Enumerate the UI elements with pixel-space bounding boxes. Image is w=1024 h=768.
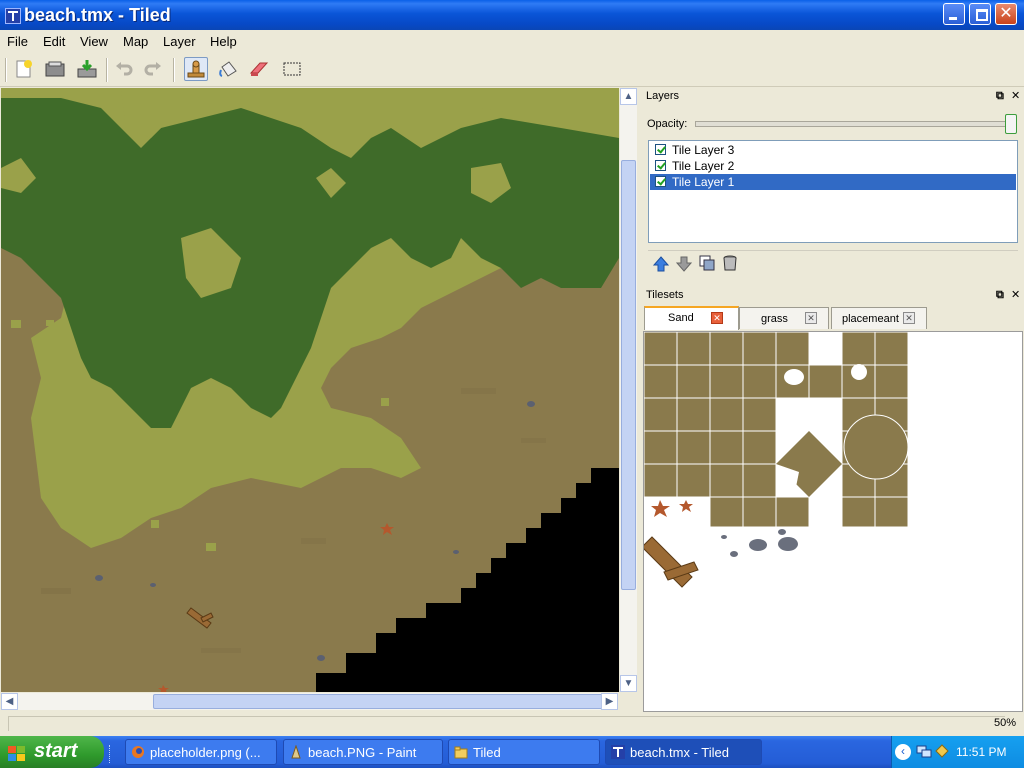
save-icon[interactable] [75,57,99,81]
tray-expand-icon[interactable]: ‹ [895,744,911,760]
status-bar: 50% [0,712,1024,736]
close-tab-icon[interactable]: ✕ [805,312,817,324]
layer-visibility-checkbox[interactable] [655,144,666,155]
menu-map[interactable]: Map [123,34,148,49]
layer-visibility-checkbox[interactable] [655,160,666,171]
bucket-fill-icon[interactable] [216,57,240,81]
firefox-icon [131,745,145,759]
main-toolbar [0,52,1024,87]
layer-row[interactable]: Tile Layer 2 [650,158,1016,174]
new-map-icon[interactable] [12,57,36,81]
task-firefox[interactable]: placeholder.png (... [125,739,277,765]
layers-list[interactable]: Tile Layer 3 Tile Layer 2 Tile Layer 1 [648,140,1018,243]
duplicate-layer-icon[interactable] [699,255,715,271]
close-tab-icon[interactable]: ✕ [711,312,723,324]
start-label: start [34,740,78,762]
folder-icon [454,745,468,759]
opacity-slider[interactable] [695,121,1017,127]
float-panel-icon[interactable]: ⧉ [996,289,1004,302]
layer-name: Tile Layer 3 [672,143,735,157]
layer-name: Tile Layer 1 [672,175,735,189]
task-label: beach.tmx - Tiled [630,745,729,760]
maximize-button[interactable] [969,3,991,25]
vertical-scroll-thumb[interactable] [621,160,636,590]
opacity-slider-handle[interactable] [1005,114,1017,134]
clock: 11:51 PM [956,745,1007,759]
network-icon[interactable] [916,744,932,758]
layer-name: Tile Layer 2 [672,159,735,173]
tab-label: Sand [668,312,694,324]
map-vertical-scrollbar[interactable]: ▲ ▼ [620,88,637,692]
map-terrain [1,88,619,692]
float-panel-icon[interactable]: ⧉ [996,90,1004,103]
windows-logo-icon [8,745,26,761]
tray-app-icon[interactable] [934,744,950,758]
scroll-down-button[interactable]: ▼ [620,675,637,692]
layer-actions-bar [648,250,1018,277]
move-layer-down-icon[interactable] [676,256,692,272]
delete-layer-icon[interactable] [722,255,738,272]
minimize-button[interactable] [943,3,965,25]
task-folder[interactable]: Tiled [448,739,600,765]
tab-label: grass [761,313,788,325]
menu-edit[interactable]: Edit [43,34,65,49]
tab-sand[interactable]: Sand ✕ [644,306,739,330]
layer-row[interactable]: Tile Layer 3 [650,142,1016,158]
move-layer-up-icon[interactable] [653,256,669,272]
task-tiled[interactable]: beach.tmx - Tiled [605,739,762,765]
horizontal-scroll-thumb[interactable] [153,694,603,709]
start-button[interactable]: start [0,736,104,768]
task-paint[interactable]: beach.PNG - Paint [283,739,443,765]
paint-icon [289,744,303,759]
layer-visibility-checkbox[interactable] [655,176,666,187]
menu-layer[interactable]: Layer [163,34,196,49]
layers-panel-title: Layers [646,90,680,102]
menu-bar: File Edit View Map Layer Help [0,30,1024,52]
menu-help[interactable]: Help [210,34,237,49]
system-tray: ‹ 11:51 PM [891,736,1024,768]
tab-placemeant[interactable]: placemeant ✕ [831,307,927,329]
scroll-left-button[interactable]: ◀ [1,693,18,710]
menu-view[interactable]: View [80,34,108,49]
sand-tileset-tiles[interactable] [644,332,1023,712]
zoom-level: 50% [994,717,1017,729]
task-label: beach.PNG - Paint [308,745,417,760]
window-title: beach.tmx - Tiled [24,5,171,25]
tab-grass[interactable]: grass ✕ [739,307,829,329]
task-label: Tiled [473,745,501,760]
eraser-icon[interactable] [247,57,271,81]
opacity-label: Opacity: [647,118,688,130]
scroll-up-button[interactable]: ▲ [620,88,637,105]
task-label: placeholder.png (... [150,745,261,760]
close-button[interactable]: ✕ [995,3,1017,25]
layer-row-selected[interactable]: Tile Layer 1 [650,174,1016,190]
stamp-brush-icon[interactable] [184,57,208,81]
menu-file[interactable]: File [7,34,28,49]
close-panel-icon[interactable]: ✕ [1011,89,1020,102]
open-icon[interactable] [43,57,67,81]
close-panel-icon[interactable]: ✕ [1011,288,1020,301]
tiled-app-icon [5,8,21,24]
map-horizontal-scrollbar[interactable]: ◀ ▶ [1,693,618,710]
tilesets-panel-title: Tilesets [646,289,684,301]
tiled-icon [611,745,625,759]
undo-icon[interactable] [112,57,136,81]
rect-select-icon[interactable] [280,57,304,81]
redo-icon[interactable] [141,57,165,81]
title-bar[interactable]: beach.tmx - Tiled ✕ [0,0,1024,30]
scroll-right-button[interactable]: ▶ [601,693,618,710]
close-tab-icon[interactable]: ✕ [903,312,915,324]
map-canvas[interactable] [1,88,619,692]
quicklaunch-grip [109,745,112,763]
tab-label: placemeant [842,313,899,325]
tileset-view[interactable] [643,331,1023,712]
